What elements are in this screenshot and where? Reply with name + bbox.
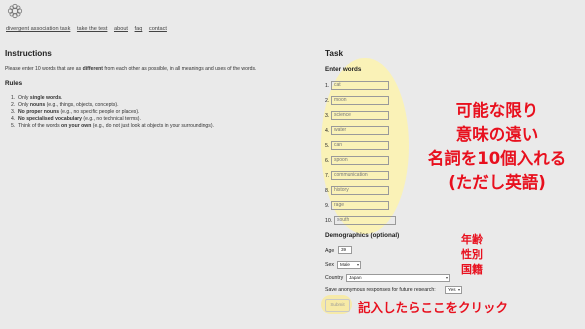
instructions-heading: Instructions [5, 49, 52, 58]
annotation-demographics: 年齢 性別 国籍 [461, 232, 483, 277]
rule-item: 5. Think of the words on your own (e.g., … [11, 123, 214, 130]
annotation-line: 可能な限り [455, 101, 539, 120]
instructions-intro: Please enter 10 words that are as differ… [5, 66, 256, 72]
nav-link-about[interactable]: about [114, 26, 128, 32]
word-input-6[interactable]: spoon [331, 156, 389, 165]
sex-select[interactable]: Male ▾ [337, 261, 361, 269]
country-label: Country [325, 275, 344, 281]
annotation-line: 国籍 [461, 263, 483, 276]
annotation-line: 名詞を10個入れる [427, 149, 567, 168]
word-input-5[interactable]: can [331, 141, 389, 150]
enter-words-label: Enter words [325, 66, 362, 73]
annotation-submit: 記入したらここをクリック [358, 300, 509, 315]
page: divergent association task take the test… [0, 0, 585, 329]
word-input-9[interactable]: rage [331, 201, 389, 210]
save-responses-select[interactable]: Yes ▾ [445, 286, 462, 294]
annotation-main: 可能な限り 意味の遠い 名詞を10個入れる (ただし英語) [411, 99, 583, 195]
age-label: Age [325, 248, 335, 254]
country-select[interactable]: Japan ▾ [346, 274, 450, 282]
rule-item: 2. Only nouns (e.g., things, objects, con… [11, 102, 119, 109]
rule-item: 1. Only single words. [11, 95, 63, 101]
age-input[interactable]: 39 [338, 246, 352, 254]
nav-link-faq[interactable]: faq [135, 26, 143, 32]
chevron-down-icon: ▾ [445, 275, 448, 280]
rules-heading: Rules [5, 80, 23, 87]
intro-text-end: from each other as possible, in all mean… [102, 66, 257, 72]
intro-text: Please enter 10 words that are as [5, 66, 83, 72]
sex-select-value: Male [340, 262, 350, 267]
word-input-8[interactable]: history [331, 186, 389, 195]
word-input-7[interactable]: communication [331, 171, 389, 180]
sex-label: Sex [325, 262, 334, 268]
chevron-down-icon: ▾ [356, 262, 359, 267]
demographics-heading: Demographics (optional) [325, 232, 400, 239]
word-input-4[interactable]: water [331, 126, 389, 135]
save-responses-value: Yes [448, 287, 456, 292]
annotation-line: 年齢 [461, 233, 483, 246]
save-responses-label: Save anonymous responses for future rese… [325, 287, 436, 293]
rule-item: 3. No proper nouns (e.g., no specific peo… [11, 109, 140, 116]
word-input-10[interactable]: south [334, 216, 396, 225]
word-number: 10. [325, 218, 333, 224]
rules-list: 1. Only single words. 2. Only nouns (e.g.,… [11, 95, 214, 130]
word-input-1[interactable]: cat [331, 81, 389, 90]
nav-link-home[interactable]: divergent association task [6, 26, 70, 32]
nav-link-take-the-test[interactable]: take the test [77, 26, 107, 32]
country-select-value: Japan [349, 275, 362, 280]
intro-bold: different [82, 66, 103, 72]
word-input-3[interactable]: science [331, 111, 389, 120]
nav-link-contact[interactable]: contact [149, 26, 167, 32]
annotation-line: (ただし英語) [448, 173, 546, 192]
top-nav: divergent association task take the test… [6, 26, 172, 32]
task-heading: Task [325, 49, 344, 58]
word-input-2[interactable]: moon [331, 96, 389, 105]
submit-button[interactable]: Submit [325, 299, 350, 312]
logo-icon[interactable] [6, 2, 24, 20]
annotation-line: 性別 [461, 248, 483, 261]
rule-item: 4. No specialised vocabulary (e.g., no te… [11, 116, 141, 123]
chevron-down-icon: ▾ [457, 287, 460, 292]
annotation-line: 意味の遠い [455, 125, 539, 144]
